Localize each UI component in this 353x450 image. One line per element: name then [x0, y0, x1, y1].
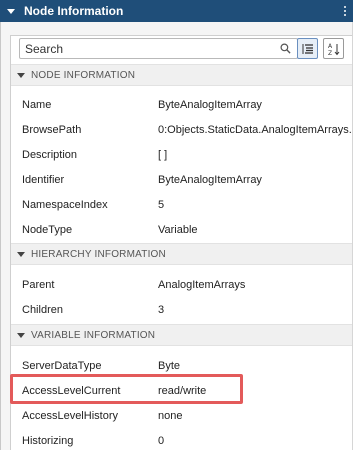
property-key: Children — [22, 303, 63, 316]
section-caret-icon — [17, 332, 25, 338]
property-row[interactable]: Name ByteAnalogItemArray — [11, 92, 353, 117]
section-caret-icon — [17, 251, 25, 257]
property-row[interactable]: NodeType Variable — [11, 217, 353, 242]
property-value: 5 — [158, 198, 165, 211]
property-key: NodeType — [22, 223, 73, 236]
property-key: Name — [22, 98, 52, 111]
property-key: Description — [22, 148, 78, 161]
property-value: 0:Objects.StaticData.AnalogItemArrays.B — [158, 123, 353, 136]
property-value: none — [158, 409, 183, 422]
categorized-view-button[interactable] — [297, 38, 318, 59]
property-row[interactable]: AccessLevelHistory none — [11, 403, 353, 428]
sort-alphabetical-button[interactable]: A Z — [323, 38, 344, 59]
property-key: Identifier — [22, 173, 65, 186]
svg-text:A: A — [328, 43, 333, 50]
property-key: Parent — [22, 278, 55, 291]
property-row[interactable]: Identifier ByteAnalogItemArray — [11, 167, 353, 192]
section-hierarchy-information[interactable]: HIERARCHY INFORMATION — [11, 243, 353, 265]
property-row[interactable]: Children 3 — [11, 297, 353, 322]
section-node-information[interactable]: NODE INFORMATION — [11, 64, 353, 86]
collapse-caret-icon[interactable] — [7, 8, 15, 14]
search-placeholder: Search — [25, 41, 64, 56]
property-value: ByteAnalogItemArray — [158, 173, 262, 186]
search-icon — [280, 43, 291, 54]
property-key: Historizing — [22, 434, 74, 447]
property-row[interactable]: Parent AnalogItemArrays — [11, 272, 353, 297]
property-row[interactable]: NamespaceIndex 5 — [11, 192, 353, 217]
panel-titlebar: Node Information — [0, 0, 353, 22]
svg-text:Z: Z — [328, 50, 332, 56]
property-value: 0 — [158, 434, 165, 447]
property-value: ByteAnalogItemArray — [158, 98, 262, 111]
property-key: AccessLevelHistory — [22, 409, 118, 422]
property-key: BrowsePath — [22, 123, 82, 136]
property-value: Variable — [158, 223, 198, 236]
property-row[interactable]: Historizing 0 — [11, 428, 353, 450]
categorized-list-icon — [302, 43, 313, 54]
section-caret-icon — [17, 72, 25, 78]
property-row[interactable]: BrowsePath 0:Objects.StaticData.AnalogIte… — [11, 117, 353, 142]
property-value: AnalogItemArrays — [158, 278, 246, 291]
property-value: [ ] — [158, 148, 168, 161]
sort-alpha-icon: A Z — [328, 43, 339, 56]
property-value: 3 — [158, 303, 165, 316]
property-key: NamespaceIndex — [22, 198, 108, 211]
section-variable-information[interactable]: VARIABLE INFORMATION — [11, 324, 353, 346]
property-row[interactable]: Description [ ] — [11, 142, 353, 167]
search-input[interactable]: Search — [19, 38, 298, 59]
highlight-box — [10, 374, 243, 404]
property-value: Byte — [158, 359, 181, 372]
kebab-menu-icon[interactable] — [341, 3, 349, 19]
panel-title: Node Information — [24, 4, 124, 18]
property-key: ServerDataType — [22, 359, 102, 372]
